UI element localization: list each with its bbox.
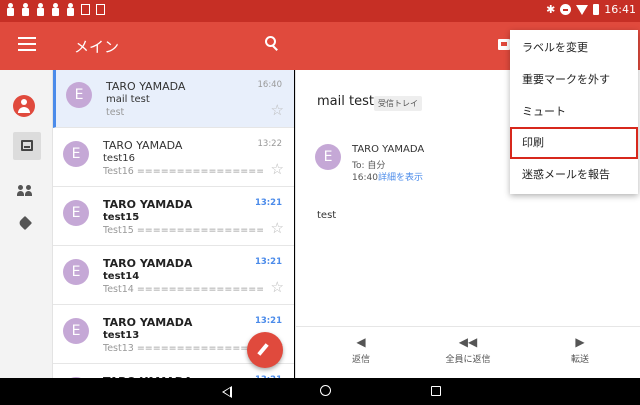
email-row[interactable]: E TARO YAMADA test16 Test16 ===============… bbox=[53, 129, 294, 187]
sender-avatar: E bbox=[63, 259, 89, 285]
star-icon[interactable]: ☆ bbox=[271, 103, 284, 118]
sender-avatar: E bbox=[315, 144, 341, 170]
notification-image-icon bbox=[81, 4, 90, 15]
menu-item-unmark-important[interactable]: 重要マークを外す bbox=[510, 64, 638, 96]
detail-subject: mail test bbox=[317, 94, 374, 109]
star-icon[interactable]: ☆ bbox=[271, 221, 284, 236]
reply-button[interactable]: ◀ 返信 bbox=[331, 335, 391, 365]
email-list: E TARO YAMADA mail test test 16:40 ☆ E TARO YAM… bbox=[53, 70, 294, 378]
do-not-disturb-icon bbox=[560, 4, 572, 15]
menu-item-change-labels[interactable]: ラベルを変更 bbox=[510, 32, 638, 64]
email-subject: test14 bbox=[103, 271, 140, 282]
reply-all-icon: ◀◀ bbox=[458, 335, 478, 349]
email-time: 13:21 bbox=[254, 316, 282, 326]
status-time: 16:41 bbox=[604, 3, 636, 16]
home-icon[interactable] bbox=[320, 385, 331, 396]
email-snippet: Test15 =========================== bbox=[103, 225, 263, 236]
forward-button[interactable]: ▶ 転送 bbox=[550, 335, 610, 365]
reply-all-label: 全員に返信 bbox=[445, 355, 491, 365]
detail-body: test bbox=[317, 210, 337, 221]
label-tag-icon[interactable] bbox=[17, 215, 33, 231]
action-bar: ◀ 返信 ◀◀ 全員に返信 ▶ 転送 bbox=[296, 326, 640, 379]
email-row[interactable]: E TARO YAMADA mail test test 16:40 ☆ bbox=[53, 70, 294, 128]
pencil-icon bbox=[257, 343, 269, 356]
email-subject: test13 bbox=[103, 330, 140, 341]
show-details-link[interactable]: 詳細を表示 bbox=[378, 173, 423, 183]
forward-label: 転送 bbox=[570, 355, 589, 365]
system-icons: ✱ 16:41 bbox=[546, 3, 636, 16]
forward-icon: ▶ bbox=[575, 335, 585, 349]
star-icon[interactable]: ☆ bbox=[271, 162, 284, 177]
reply-icon: ◀ bbox=[356, 335, 366, 349]
status-bar: ✱ 16:41 bbox=[0, 0, 640, 22]
navigation-rail bbox=[0, 70, 53, 378]
search-icon[interactable] bbox=[265, 36, 279, 51]
email-subject: test15 bbox=[103, 212, 140, 223]
email-row[interactable]: E TARO YAMADA test15 Test15 ===============… bbox=[53, 188, 294, 246]
recents-icon[interactable] bbox=[431, 386, 441, 396]
email-sender: TARO YAMADA bbox=[103, 316, 193, 329]
compose-button[interactable] bbox=[247, 332, 283, 368]
notification-icons bbox=[6, 3, 105, 16]
notification-person-icon bbox=[36, 3, 45, 16]
email-sender: TARO YAMADA bbox=[103, 139, 183, 152]
email-snippet: Test14 =========================== bbox=[103, 284, 263, 295]
notification-person-icon bbox=[21, 3, 30, 16]
wifi-icon bbox=[576, 4, 589, 15]
menu-item-report-spam[interactable]: 迷惑メールを報告 bbox=[510, 159, 638, 191]
overflow-menu: ラベルを変更 重要マークを外す ミュート 印刷 迷惑メールを報告 bbox=[510, 30, 638, 194]
system-nav-bar bbox=[0, 378, 640, 405]
reply-label: 返信 bbox=[351, 355, 370, 365]
email-sender: TARO YAMADA bbox=[106, 80, 186, 93]
email-snippet: Test16 =========================== bbox=[103, 166, 263, 177]
email-subject: test16 bbox=[103, 153, 135, 164]
rail-item-inbox[interactable] bbox=[13, 132, 41, 160]
email-sender: TARO YAMADA bbox=[103, 198, 193, 211]
email-subject: mail test bbox=[106, 94, 150, 105]
back-icon[interactable] bbox=[222, 386, 232, 398]
battery-icon bbox=[593, 4, 600, 15]
inbox-icon bbox=[21, 140, 33, 151]
sender-avatar: E bbox=[63, 141, 89, 167]
sender-avatar: E bbox=[63, 200, 89, 226]
email-sender: TARO YAMADA bbox=[103, 257, 193, 270]
detail-time: 16:40 bbox=[352, 173, 378, 183]
notification-screenshot-icon bbox=[96, 4, 105, 15]
email-time: 13:21 bbox=[254, 257, 282, 267]
detail-time-line: 16:40詳細を表示 bbox=[352, 170, 423, 183]
star-icon[interactable]: ☆ bbox=[271, 280, 284, 295]
archive-icon[interactable] bbox=[498, 39, 510, 50]
notification-person-icon bbox=[51, 3, 60, 16]
account-icon[interactable] bbox=[13, 95, 35, 117]
detail-sender: TARO YAMADA bbox=[352, 144, 425, 155]
email-time: 16:40 bbox=[257, 80, 283, 90]
email-snippet: Test13 =========================== bbox=[103, 343, 263, 354]
app-title: メイン bbox=[74, 38, 120, 56]
email-time: 13:21 bbox=[254, 198, 282, 208]
email-snippet: test bbox=[106, 107, 125, 118]
email-row[interactable]: ETARO YAMADA13:21☆ bbox=[53, 365, 294, 378]
notification-person-icon bbox=[66, 3, 75, 16]
email-time: 13:22 bbox=[257, 139, 283, 149]
label-chip[interactable]: 受信トレイ bbox=[374, 96, 422, 111]
print-highlight-box bbox=[510, 127, 638, 159]
notification-person-icon bbox=[6, 3, 15, 16]
menu-item-mute[interactable]: ミュート bbox=[510, 96, 638, 128]
email-row[interactable]: E TARO YAMADA test14 Test14 ===============… bbox=[53, 247, 294, 305]
people-icon[interactable] bbox=[17, 185, 33, 196]
sender-avatar: E bbox=[66, 82, 92, 108]
reply-all-button[interactable]: ◀◀ 全員に返信 bbox=[438, 335, 498, 365]
sender-avatar: E bbox=[63, 318, 89, 344]
bluetooth-icon: ✱ bbox=[546, 3, 556, 16]
menu-icon[interactable] bbox=[18, 37, 36, 51]
